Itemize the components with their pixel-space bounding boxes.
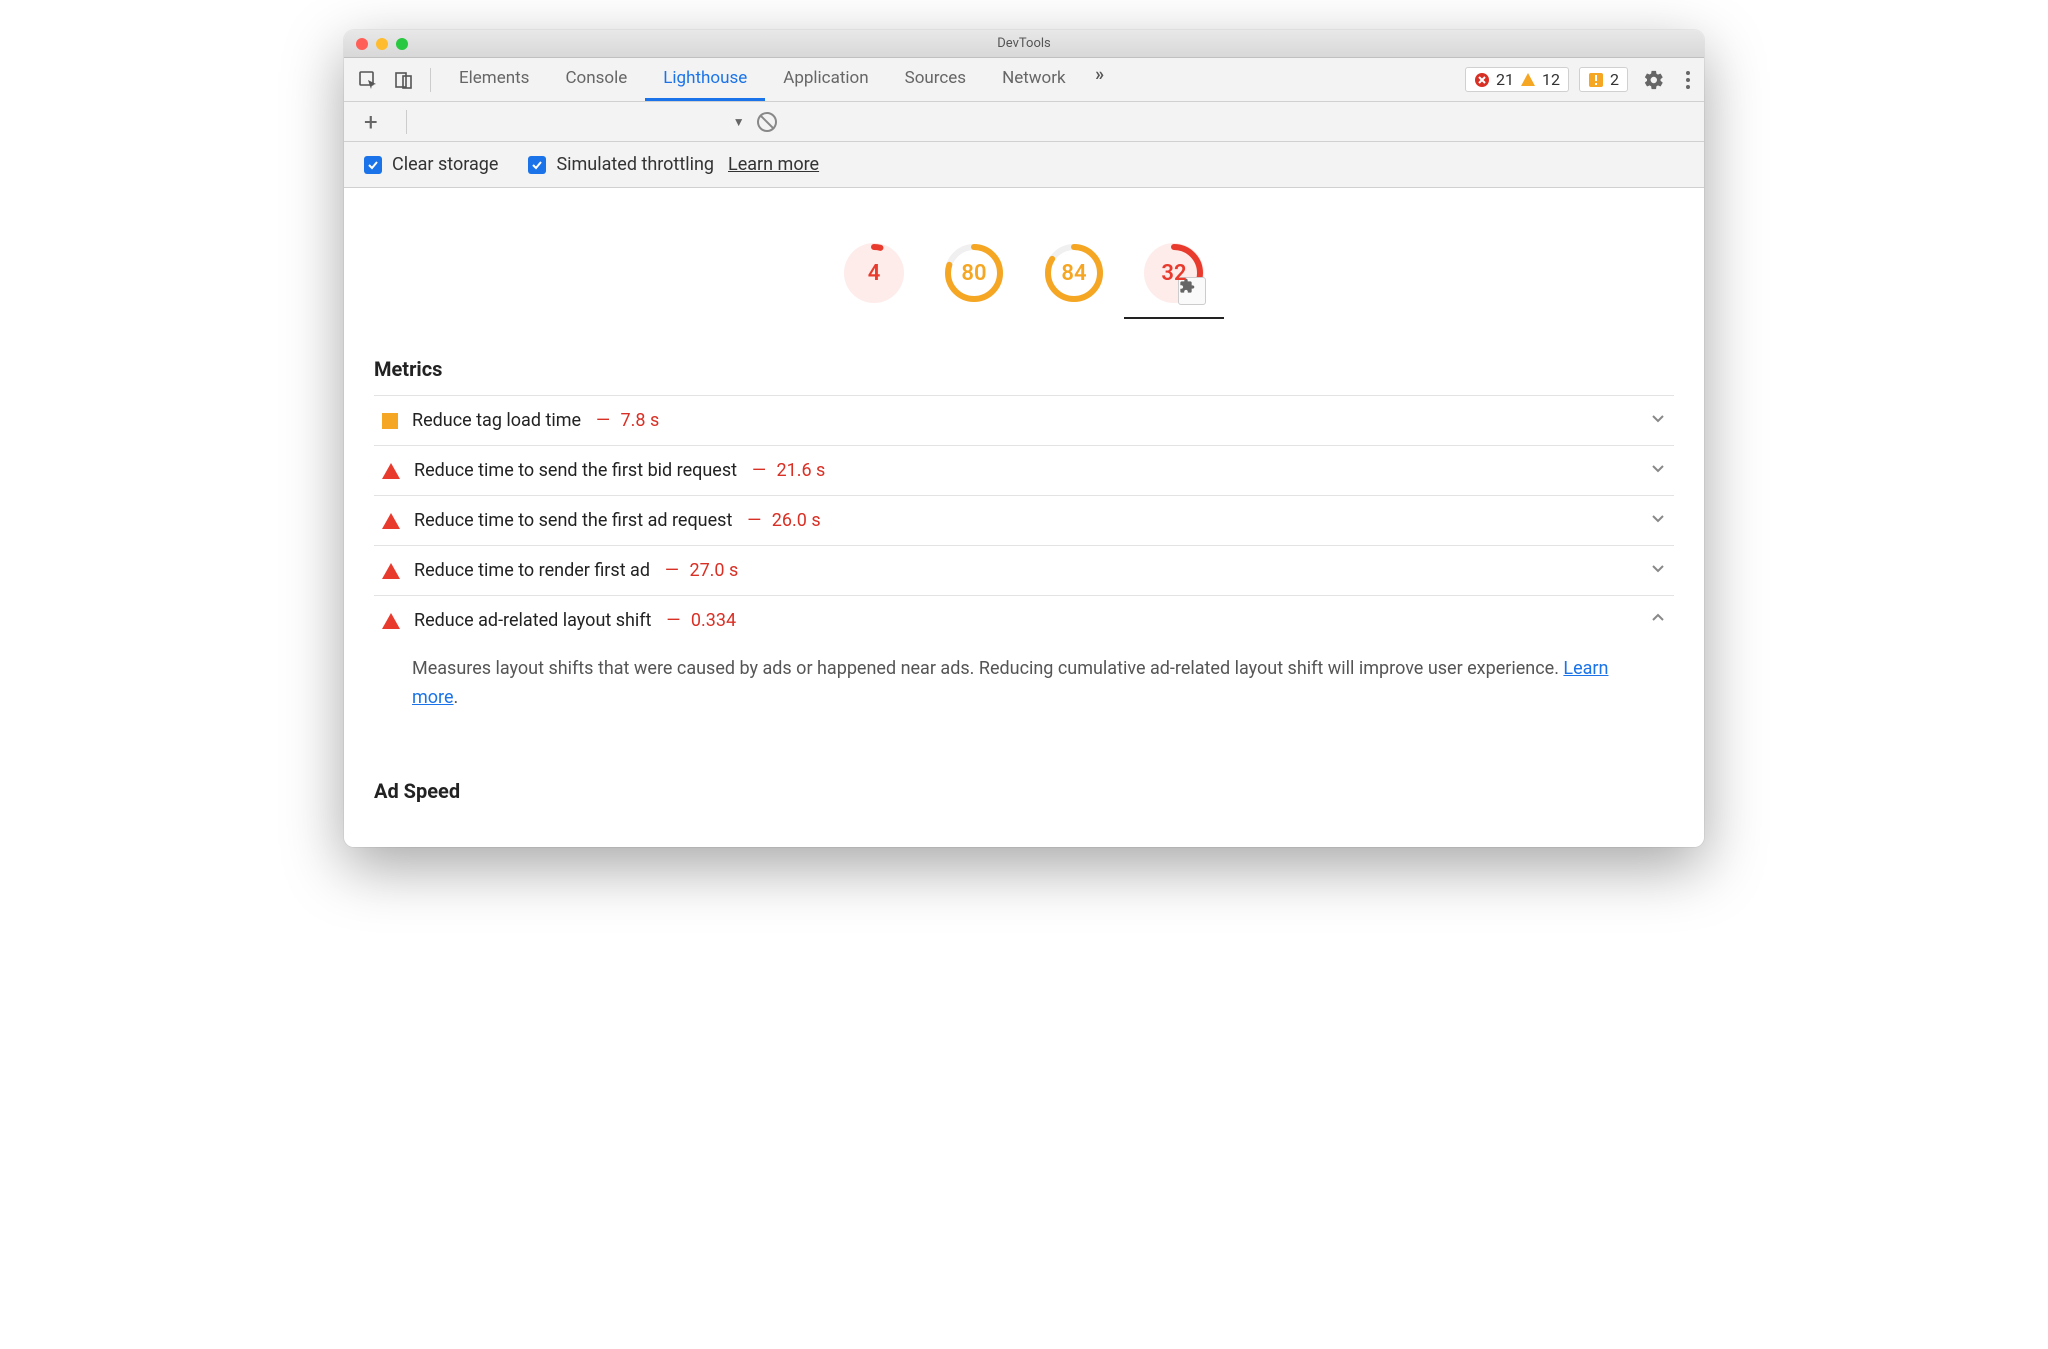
- settings-icon[interactable]: [1638, 64, 1670, 96]
- audit-title: Reduce time to send the first bid reques…: [414, 460, 737, 481]
- severity-average-icon: [382, 413, 398, 429]
- more-menu-icon[interactable]: [1680, 71, 1696, 89]
- tab-sources[interactable]: Sources: [887, 58, 984, 101]
- audit-row[interactable]: Reduce time to render first ad — 27.0 s: [374, 545, 1674, 595]
- chevron-down-icon: [1650, 460, 1666, 481]
- audit-value: 0.334: [691, 610, 736, 631]
- chevron-down-icon: [1650, 410, 1666, 431]
- audit-row[interactable]: Reduce ad-related layout shift — 0.334: [374, 595, 1674, 645]
- score-gauge[interactable]: 84: [1044, 243, 1104, 319]
- audit-title: Reduce time to render first ad: [414, 560, 650, 581]
- tab-lighthouse[interactable]: Lighthouse: [645, 58, 765, 101]
- audit-value: 26.0 s: [772, 510, 821, 531]
- lighthouse-options-bar: Clear storage Simulated throttling Learn…: [344, 142, 1704, 188]
- clear-storage-label: Clear storage: [392, 154, 498, 175]
- window-title: DevTools: [344, 36, 1704, 51]
- audit-title: Reduce tag load time: [412, 410, 581, 431]
- audit-description: Measures layout shifts that were caused …: [374, 645, 1674, 731]
- chevron-down-icon: [1650, 560, 1666, 581]
- score-gauge[interactable]: 80: [944, 243, 1004, 319]
- lighthouse-subbar: + ▼: [344, 102, 1704, 142]
- audit-value: 7.8 s: [621, 410, 660, 431]
- severity-fail-icon: [382, 563, 400, 579]
- chevron-up-icon: [1650, 610, 1666, 631]
- tab-application[interactable]: Application: [765, 58, 886, 101]
- device-toolbar-icon[interactable]: [388, 64, 420, 96]
- error-count: 21: [1496, 70, 1514, 89]
- audit-row[interactable]: Reduce tag load time — 7.8 s: [374, 395, 1674, 445]
- inspect-element-icon[interactable]: [352, 64, 384, 96]
- tab-network[interactable]: Network: [984, 58, 1084, 101]
- adspeed-heading: Ad Speed: [374, 761, 1674, 817]
- error-icon: [1474, 72, 1490, 88]
- more-tabs-icon[interactable]: »: [1084, 58, 1116, 90]
- throttling-checkbox[interactable]: [528, 156, 546, 174]
- throttling-label: Simulated throttling: [556, 154, 714, 175]
- issue-count: 2: [1610, 70, 1619, 89]
- dropdown-caret-icon: ▼: [733, 115, 745, 129]
- warning-icon: [1520, 72, 1536, 88]
- console-status-pill[interactable]: 21 12: [1465, 67, 1569, 92]
- audit-value: 21.6 s: [776, 460, 825, 481]
- clear-icon[interactable]: [757, 112, 777, 132]
- report-selector[interactable]: ▼: [425, 115, 745, 129]
- audit-row[interactable]: Reduce time to send the first bid reques…: [374, 445, 1674, 495]
- clear-storage-checkbox[interactable]: [364, 156, 382, 174]
- warning-count: 12: [1542, 70, 1560, 89]
- new-report-button[interactable]: +: [354, 108, 388, 136]
- devtools-window: DevTools Elements Console Lighthouse App…: [344, 30, 1704, 847]
- chevron-down-icon: [1650, 510, 1666, 531]
- issues-pill[interactable]: 2: [1579, 67, 1628, 92]
- audit-row[interactable]: Reduce time to send the first ad request…: [374, 495, 1674, 545]
- score-gauges: 4 80 84 32: [344, 188, 1704, 339]
- audit-learn-more-link[interactable]: Learn more: [412, 658, 1608, 708]
- throttling-learn-more-link[interactable]: Learn more: [728, 154, 819, 175]
- divider: [406, 110, 407, 134]
- severity-fail-icon: [382, 613, 400, 629]
- score-gauge[interactable]: 4: [844, 243, 904, 319]
- right-controls: 21 12 2: [1465, 64, 1696, 96]
- tab-console[interactable]: Console: [547, 58, 645, 101]
- panel-tabs: Elements Console Lighthouse Application …: [441, 58, 1461, 101]
- issue-icon: [1588, 72, 1604, 88]
- audit-title: Reduce time to send the first ad request: [414, 510, 732, 531]
- tab-elements[interactable]: Elements: [441, 58, 547, 101]
- report-content: 4 80 84 32: [344, 188, 1704, 847]
- score-gauge[interactable]: 32: [1144, 243, 1204, 319]
- titlebar: DevTools: [344, 30, 1704, 58]
- severity-fail-icon: [382, 513, 400, 529]
- audit-title: Reduce ad-related layout shift: [414, 610, 651, 631]
- divider: [430, 68, 431, 92]
- audit-value: 27.0 s: [689, 560, 738, 581]
- main-tabbar: Elements Console Lighthouse Application …: [344, 58, 1704, 102]
- metrics-heading: Metrics: [374, 339, 1674, 395]
- severity-fail-icon: [382, 463, 400, 479]
